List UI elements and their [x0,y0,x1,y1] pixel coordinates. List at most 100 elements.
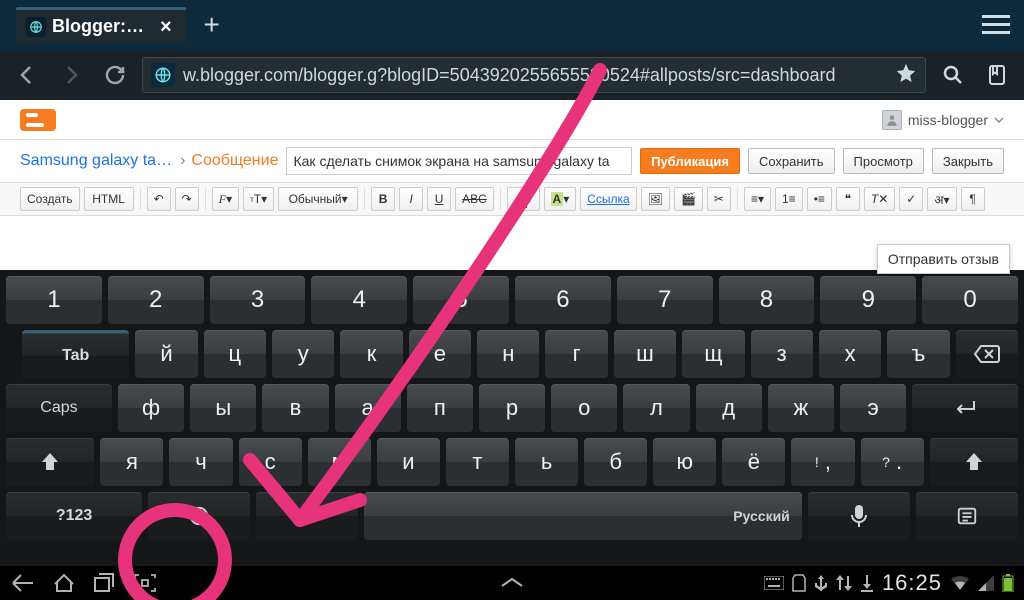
key-а[interactable]: а [335,384,401,432]
key-!,[interactable]: ! , [791,438,854,486]
key-я[interactable]: я [100,438,163,486]
key-г[interactable]: г [545,330,607,378]
key-1[interactable]: 1 [6,276,102,324]
tab-close-icon[interactable]: × [156,17,176,37]
key-shift-left-icon[interactable] [6,438,94,486]
nav-recent-icon[interactable] [92,572,116,594]
key-ъ[interactable]: ъ [887,330,949,378]
key-з[interactable]: з [751,330,813,378]
key-tab[interactable]: Tab [22,330,129,378]
strikethrough-icon[interactable]: ABC [455,187,494,211]
key-и[interactable]: и [377,438,440,486]
key-ц[interactable]: ц [204,330,266,378]
user-menu[interactable]: miss-blogger [882,110,1004,130]
text-color-icon[interactable]: A▾ [507,187,540,211]
reload-icon[interactable] [98,58,132,92]
key-ш[interactable]: ш [614,330,676,378]
key-х[interactable]: х [819,330,881,378]
bookmark-star-icon[interactable] [895,62,917,89]
key-у[interactable]: у [272,330,334,378]
key-в[interactable]: в [262,384,328,432]
key-ё[interactable]: ё [722,438,785,486]
insert-video-icon[interactable]: 🎬 [674,187,703,211]
search-icon[interactable] [936,58,970,92]
key-2[interactable]: 2 [108,276,204,324]
bold-icon[interactable]: B [371,187,395,211]
align-icon[interactable]: ≡▾ [744,187,771,211]
key-ы[interactable]: ы [190,384,256,432]
nav-home-icon[interactable] [52,572,76,594]
transliterate-icon[interactable]: अ▾ [927,187,956,211]
spellcheck-icon[interactable]: ✓ [899,187,923,211]
remove-format-icon[interactable]: T✕ [864,187,895,211]
key-о[interactable]: о [551,384,617,432]
key-shift-right-icon[interactable] [930,438,1018,486]
key-щ[interactable]: щ [682,330,744,378]
key-3[interactable]: 3 [210,276,306,324]
key-caps[interactable]: Caps [6,384,112,432]
ltr-rtl-icon[interactable]: ¶ [961,187,985,211]
url-input[interactable]: w.blogger.com/blogger.g?blogID=504392025… [142,57,926,93]
key-voice-icon[interactable] [808,492,910,540]
back-icon[interactable] [10,58,44,92]
publish-button[interactable]: Публикация [640,148,740,174]
new-tab-button[interactable]: + [192,7,232,43]
underline-icon[interactable]: U [427,187,451,211]
key-ф[interactable]: ф [118,384,184,432]
key-ю[interactable]: ю [653,438,716,486]
font-family-icon[interactable]: F▾ [212,187,239,211]
save-button[interactable]: Сохранить [748,148,835,174]
key-8[interactable]: 8 [719,276,815,324]
preview-button[interactable]: Просмотр [843,148,924,174]
redo-icon[interactable]: ↷ [175,187,199,211]
key-settings-icon[interactable] [916,492,1018,540]
key-4[interactable]: 4 [311,276,407,324]
key-symbols[interactable]: ?123 [6,492,142,540]
close-button[interactable]: Закрыть [932,148,1004,174]
browser-tab-active[interactable]: Blogger:… × [16,7,186,43]
key-б[interactable]: б [584,438,647,486]
numbered-list-icon[interactable]: 1≡ [775,187,803,211]
paragraph-style-select[interactable]: Обычный▾ [278,187,358,211]
key-7[interactable]: 7 [617,276,713,324]
key-н[interactable]: н [477,330,539,378]
html-tab[interactable]: HTML [84,187,134,211]
key-0[interactable]: 0 [922,276,1018,324]
key-л[interactable]: л [623,384,689,432]
key-е[interactable]: е [409,330,471,378]
key-с[interactable]: с [239,438,302,486]
key-ж[interactable]: ж [768,384,834,432]
bullet-list-icon[interactable]: •≡ [807,187,832,211]
compose-tab[interactable]: Создать [20,187,80,211]
key-?.[interactable]: ? . [861,438,924,486]
key-т[interactable]: т [446,438,509,486]
key-э[interactable]: э [840,384,906,432]
key-ь[interactable]: ь [515,438,578,486]
key-space[interactable]: Русский [364,492,801,540]
key-enter-icon[interactable] [912,384,1018,432]
key-м[interactable]: м [308,438,371,486]
key-emoticon[interactable]: :-) [256,492,358,540]
key-9[interactable]: 9 [820,276,916,324]
font-size-icon[interactable]: тT▾ [243,187,274,211]
italic-icon[interactable]: I [399,187,423,211]
key-ч[interactable]: ч [169,438,232,486]
highlight-color-icon[interactable]: A▾ [544,187,577,211]
key-backspace-icon[interactable] [956,330,1018,378]
forward-icon[interactable] [54,58,88,92]
key-р[interactable]: р [479,384,545,432]
blogger-logo-icon[interactable] [20,109,56,131]
quote-icon[interactable]: ❝ [836,187,860,211]
insert-link-button[interactable]: Ссылка [580,187,636,211]
key-6[interactable]: 6 [515,276,611,324]
breadcrumb-blog[interactable]: Samsung galaxy ta… [20,152,172,170]
insert-jump-icon[interactable]: ✂ [707,187,731,211]
key-5[interactable]: 5 [413,276,509,324]
insert-image-icon[interactable]: 🖼 [641,187,670,211]
key-к[interactable]: к [340,330,402,378]
key-language-icon[interactable] [148,492,250,540]
post-title-input[interactable] [286,147,632,175]
browser-menu-icon[interactable] [982,10,1010,39]
key-й[interactable]: й [135,330,197,378]
key-п[interactable]: п [407,384,473,432]
